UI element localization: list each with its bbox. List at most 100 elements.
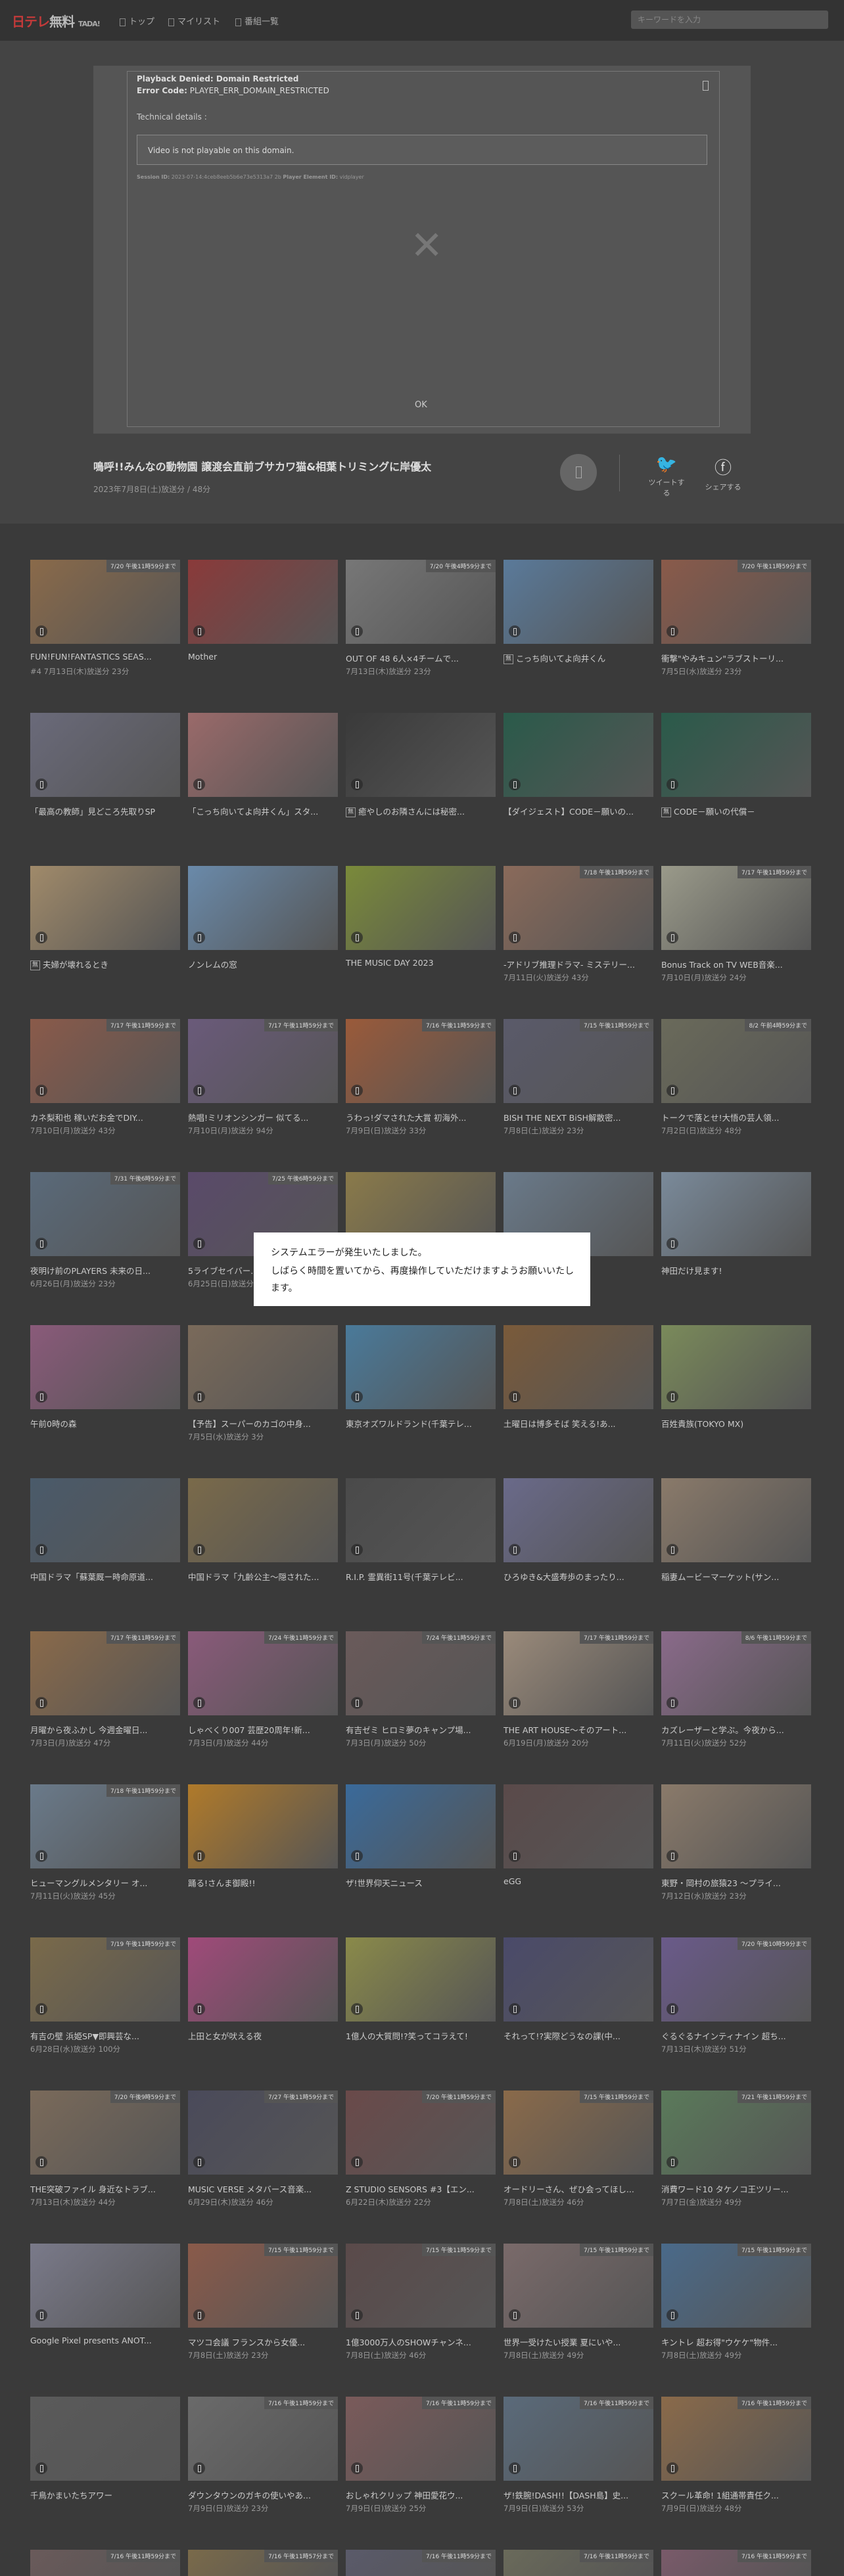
- play-icon[interactable]: [351, 2462, 363, 2474]
- program-card[interactable]: 踊る!さんま御殿!!: [188, 1784, 338, 1916]
- program-title[interactable]: 【ダイジェスト】CODE－願いの...: [504, 805, 653, 817]
- play-icon[interactable]: [667, 625, 678, 637]
- program-title[interactable]: 有吉の壁 浜姫SP▼即興芸な...: [30, 2029, 180, 2042]
- program-thumbnail[interactable]: 7/16 午後11時59分まで: [188, 2397, 338, 2481]
- play-icon[interactable]: [35, 1085, 47, 1096]
- program-card[interactable]: Google Pixel presents ANOT...: [30, 2244, 180, 2375]
- program-card[interactable]: 7/24 午後11時59分まで 有吉ゼミ ヒロミ夢のキャンプ場... 7月3日(月)…: [346, 1631, 496, 1763]
- program-thumbnail[interactable]: [504, 1784, 653, 1868]
- program-title[interactable]: -アドリブ推理ドラマ- ミステリー...: [504, 958, 653, 970]
- program-title[interactable]: 無こっち向いてよ向井くん: [504, 652, 653, 664]
- program-title[interactable]: 熱唱!ミリオンシンガー 似てる...: [188, 1111, 338, 1123]
- program-thumbnail[interactable]: 7/16 午後11時59分まで: [30, 2550, 180, 2576]
- program-title[interactable]: 「こっち向いてよ向井くん」スタ...: [188, 805, 338, 817]
- play-icon[interactable]: [351, 1085, 363, 1096]
- program-title[interactable]: 中国ドラマ「九齡公主〜隠された...: [188, 1570, 338, 1583]
- program-card[interactable]: 【予告】スーパーのカゴの中身... 7月5日(水)放送分 3分: [188, 1325, 338, 1457]
- program-card[interactable]: 7/15 午後11時59分まで 世界一受けたい授業 夏にいや... 7月8日(土)放…: [504, 2244, 653, 2375]
- program-title[interactable]: 衝撃"やみキュン"ラブストーリ...: [661, 652, 811, 664]
- search-input[interactable]: キーワードを入力: [631, 11, 828, 29]
- play-icon[interactable]: [35, 2462, 47, 2474]
- play-icon[interactable]: [509, 1850, 521, 1862]
- program-card[interactable]: 7/15 午後11時59分まで 1億3000万人のSHOWチャンネ... 7月8日(…: [346, 2244, 496, 2375]
- program-thumbnail[interactable]: 7/31 午後6時59分まで: [30, 1172, 180, 1256]
- play-icon[interactable]: [667, 932, 678, 943]
- play-icon[interactable]: [351, 1850, 363, 1862]
- program-thumbnail[interactable]: 8/6 午後11時59分まで: [661, 1631, 811, 1715]
- play-icon[interactable]: [509, 2156, 521, 2168]
- program-card[interactable]: 7/17 午後11時59分まで カネ梨和也 稼いだお金でDIY... 7月10日(月…: [30, 1019, 180, 1150]
- program-title[interactable]: 百姓貴族(TOKYO MX): [661, 1417, 811, 1430]
- program-card[interactable]: 7/15 午後11時59分まで オードリーさん、ぜひ会ってほし... 7月8日(土)…: [504, 2090, 653, 2222]
- site-logo[interactable]: 日テレ無料 TADA!: [12, 11, 101, 30]
- program-thumbnail[interactable]: 7/16 午後11時59分まで: [346, 2397, 496, 2481]
- program-card[interactable]: 神田だけ見ます!: [661, 1172, 811, 1303]
- play-icon[interactable]: [35, 1697, 47, 1709]
- program-title[interactable]: しゃべくり007 芸歴20周年!新...: [188, 1723, 338, 1736]
- program-thumbnail[interactable]: 7/16 午後11時57分まで: [188, 2550, 338, 2576]
- play-icon[interactable]: [351, 1697, 363, 1709]
- program-thumbnail[interactable]: [661, 1172, 811, 1256]
- program-card[interactable]: 土曜日は博多そば 笑える!あ...: [504, 1325, 653, 1457]
- program-thumbnail[interactable]: 7/15 午後11時59分まで: [661, 2244, 811, 2328]
- program-card[interactable]: 7/31 午後6時59分まで 夜明け前のPLAYERS 未来の日... 6月26日(…: [30, 1172, 180, 1303]
- program-card[interactable]: 7/21 午後11時59分まで 消費ワード10 タケノコ王ツリー... 7月7日(金…: [661, 2090, 811, 2222]
- play-icon[interactable]: [35, 2156, 47, 2168]
- program-card[interactable]: 1億人の大質問!?笑ってコラえて!: [346, 1937, 496, 2069]
- play-icon[interactable]: [35, 2309, 47, 2321]
- program-title[interactable]: 【予告】スーパーのカゴの中身...: [188, 1417, 338, 1430]
- program-title[interactable]: BISH THE NEXT BiSH解散密...: [504, 1111, 653, 1123]
- program-thumbnail[interactable]: [188, 1325, 338, 1409]
- program-thumbnail[interactable]: [346, 1784, 496, 1868]
- play-icon[interactable]: [509, 1544, 521, 1556]
- program-card[interactable]: 7/20 午後11時59分まで FUN!FUN!FANTASTICS SEAS..…: [30, 560, 180, 691]
- program-thumbnail[interactable]: [346, 713, 496, 797]
- play-icon[interactable]: [193, 1544, 205, 1556]
- program-thumbnail[interactable]: [188, 713, 338, 797]
- program-title[interactable]: 東京オズワルドランド(千葉テレ...: [346, 1417, 496, 1430]
- facebook-share-button[interactable]: ⓕ シェアする: [703, 455, 743, 492]
- play-icon[interactable]: [509, 1391, 521, 1403]
- program-thumbnail[interactable]: [346, 1478, 496, 1562]
- program-card[interactable]: 7/20 午後11時59分まで Z STUDIO SENSORS #3【エン...…: [346, 2090, 496, 2222]
- program-thumbnail[interactable]: [188, 1478, 338, 1562]
- program-title[interactable]: 有吉ゼミ ヒロミ夢のキャンプ場...: [346, 1723, 496, 1736]
- program-thumbnail[interactable]: 7/21 午後11時59分まで: [661, 2090, 811, 2175]
- play-icon[interactable]: [667, 2003, 678, 2015]
- play-icon[interactable]: [35, 1850, 47, 1862]
- program-card[interactable]: 東京オズワルドランド(千葉テレ...: [346, 1325, 496, 1457]
- program-card[interactable]: 8/6 午後11時59分まで カズレーザーと学ぶ。今夜から... 7月11日(火)放…: [661, 1631, 811, 1763]
- program-card[interactable]: Mother: [188, 560, 338, 691]
- program-card[interactable]: 7/20 午後4時59分まで OUT OF 48 6人×4チームで... 7月13日…: [346, 560, 496, 691]
- program-card[interactable]: 百姓貴族(TOKYO MX): [661, 1325, 811, 1457]
- play-icon[interactable]: [667, 1850, 678, 1862]
- program-title[interactable]: ぐるぐるナインティナイン 超ち...: [661, 2029, 811, 2042]
- program-card[interactable]: 7/16 午後11時59分まで スクール革命! 1組通帯責任ク... 7月9日(日)…: [661, 2397, 811, 2528]
- program-title[interactable]: ザ!世界仰天ニュース: [346, 1876, 496, 1889]
- program-title[interactable]: マツコ会議 フランスから女優...: [188, 2336, 338, 2348]
- program-title[interactable]: THE突破ファイル 身近なトラブ...: [30, 2182, 180, 2195]
- program-card[interactable]: 「こっち向いてよ向井くん」スタ...: [188, 713, 338, 844]
- program-thumbnail[interactable]: 7/16 午後11時59分まで: [661, 2550, 811, 2576]
- program-thumbnail[interactable]: [504, 560, 653, 644]
- tweet-button[interactable]: 🐦 ツイートする: [647, 455, 686, 498]
- play-icon[interactable]: [667, 1085, 678, 1096]
- play-icon[interactable]: [351, 2003, 363, 2015]
- program-thumbnail[interactable]: [30, 713, 180, 797]
- play-icon[interactable]: [509, 932, 521, 943]
- nav-program-list[interactable]: 番組一覧: [235, 14, 279, 27]
- program-thumbnail[interactable]: [661, 1478, 811, 1562]
- program-card[interactable]: 無こっち向いてよ向井くん: [504, 560, 653, 691]
- program-thumbnail[interactable]: [30, 1478, 180, 1562]
- program-title[interactable]: うわっ!ダマされた大賞 初海外...: [346, 1111, 496, 1123]
- program-card[interactable]: 7/16 午後11時59分まで: [504, 2550, 653, 2576]
- program-title[interactable]: キントレ 超お得"ウケケ"物件...: [661, 2336, 811, 2348]
- program-title[interactable]: それって!?実際どうなの課(中...: [504, 2029, 653, 2042]
- play-icon[interactable]: [351, 932, 363, 943]
- program-title[interactable]: カズレーザーと学ぶ。今夜から...: [661, 1723, 811, 1736]
- program-thumbnail[interactable]: [504, 1325, 653, 1409]
- program-card[interactable]: 7/27 午後11時59分まで MUSIC VERSE メタバース音楽... 6月2…: [188, 2090, 338, 2222]
- program-thumbnail[interactable]: 7/20 午後11時59分まで: [346, 2090, 496, 2175]
- program-title[interactable]: ザ!鉄腕!DASH!!【DASH島】史...: [504, 2489, 653, 2501]
- program-card[interactable]: それって!?実際どうなの課(中...: [504, 1937, 653, 2069]
